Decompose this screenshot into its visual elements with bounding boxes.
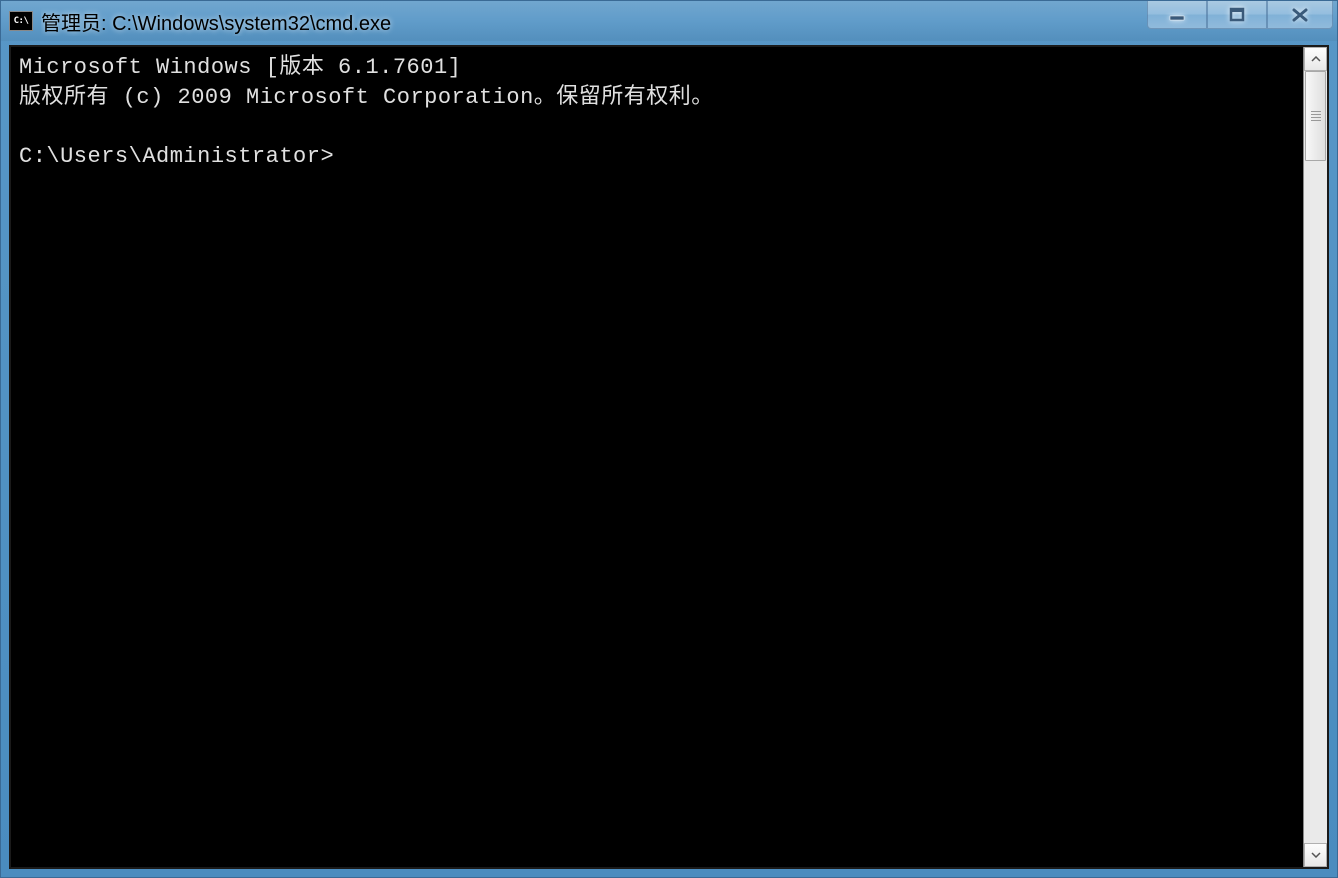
cmd-icon: C:\ bbox=[9, 11, 33, 31]
maximize-button[interactable] bbox=[1207, 1, 1267, 29]
scroll-thumb[interactable] bbox=[1305, 71, 1326, 161]
maximize-icon bbox=[1228, 7, 1246, 23]
minimize-icon bbox=[1168, 8, 1186, 22]
console-prompt: C:\Users\Administrator> bbox=[19, 144, 334, 169]
scroll-up-button[interactable] bbox=[1304, 47, 1327, 71]
close-icon bbox=[1290, 7, 1310, 23]
minimize-button[interactable] bbox=[1147, 1, 1207, 29]
chevron-down-icon bbox=[1311, 852, 1321, 858]
scroll-track[interactable] bbox=[1304, 71, 1327, 843]
console-line: 版权所有 (c) 2009 Microsoft Corporation。保留所有… bbox=[19, 85, 714, 110]
chevron-up-icon bbox=[1311, 56, 1321, 62]
titlebar[interactable]: C:\ 管理员: C:\Windows\system32\cmd.exe bbox=[1, 1, 1337, 41]
scroll-down-button[interactable] bbox=[1304, 843, 1327, 867]
cmd-window: C:\ 管理员: C:\Windows\system32\cmd.exe bbox=[0, 0, 1338, 878]
window-title: 管理员: C:\Windows\system32\cmd.exe bbox=[41, 7, 1147, 36]
vertical-scrollbar bbox=[1303, 47, 1327, 867]
window-controls bbox=[1147, 1, 1333, 41]
close-button[interactable] bbox=[1267, 1, 1333, 29]
console-output[interactable]: Microsoft Windows [版本 6.1.7601] 版权所有 (c)… bbox=[11, 47, 1303, 867]
console-area: Microsoft Windows [版本 6.1.7601] 版权所有 (c)… bbox=[9, 45, 1329, 869]
console-line: Microsoft Windows [版本 6.1.7601] bbox=[19, 55, 461, 80]
